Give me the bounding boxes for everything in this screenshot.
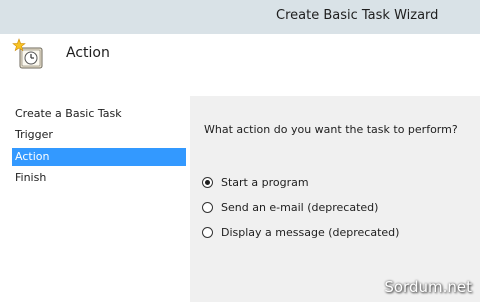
wizard-window: Create Basic Task Wizard Action Create a…	[0, 0, 480, 302]
start-program-radio[interactable]	[202, 176, 213, 188]
display-message-option[interactable]: Display a message (deprecated)	[202, 224, 399, 240]
start-program-option[interactable]: Start a program	[202, 174, 309, 190]
window-title: Create Basic Task Wizard	[276, 8, 439, 23]
step-sidebar: Create a Basic Task Trigger Action Finis…	[0, 96, 190, 302]
sidebar-item-create-basic-task[interactable]: Create a Basic Task	[12, 105, 186, 123]
action-question: What action do you want the task to perf…	[204, 123, 458, 136]
clock-with-star-icon	[12, 38, 46, 72]
send-email-option[interactable]: Send an e-mail (deprecated)	[202, 199, 378, 215]
sidebar-item-finish[interactable]: Finish	[12, 169, 186, 187]
sidebar-item-trigger[interactable]: Trigger	[12, 126, 186, 144]
display-message-radio[interactable]	[202, 226, 213, 238]
send-email-radio[interactable]	[202, 201, 213, 213]
start-program-label[interactable]: Start a program	[221, 176, 309, 189]
wizard-header: Action	[0, 34, 480, 96]
wizard-body: Create a Basic Task Trigger Action Finis…	[0, 96, 480, 302]
display-message-label[interactable]: Display a message (deprecated)	[221, 226, 399, 239]
sidebar-item-action[interactable]: Action	[12, 148, 186, 166]
title-bar[interactable]: Create Basic Task Wizard	[0, 0, 480, 34]
page-title: Action	[66, 45, 110, 61]
send-email-label[interactable]: Send an e-mail (deprecated)	[221, 201, 378, 214]
action-panel: What action do you want the task to perf…	[190, 96, 480, 302]
watermark: Sordum.net	[384, 278, 472, 296]
